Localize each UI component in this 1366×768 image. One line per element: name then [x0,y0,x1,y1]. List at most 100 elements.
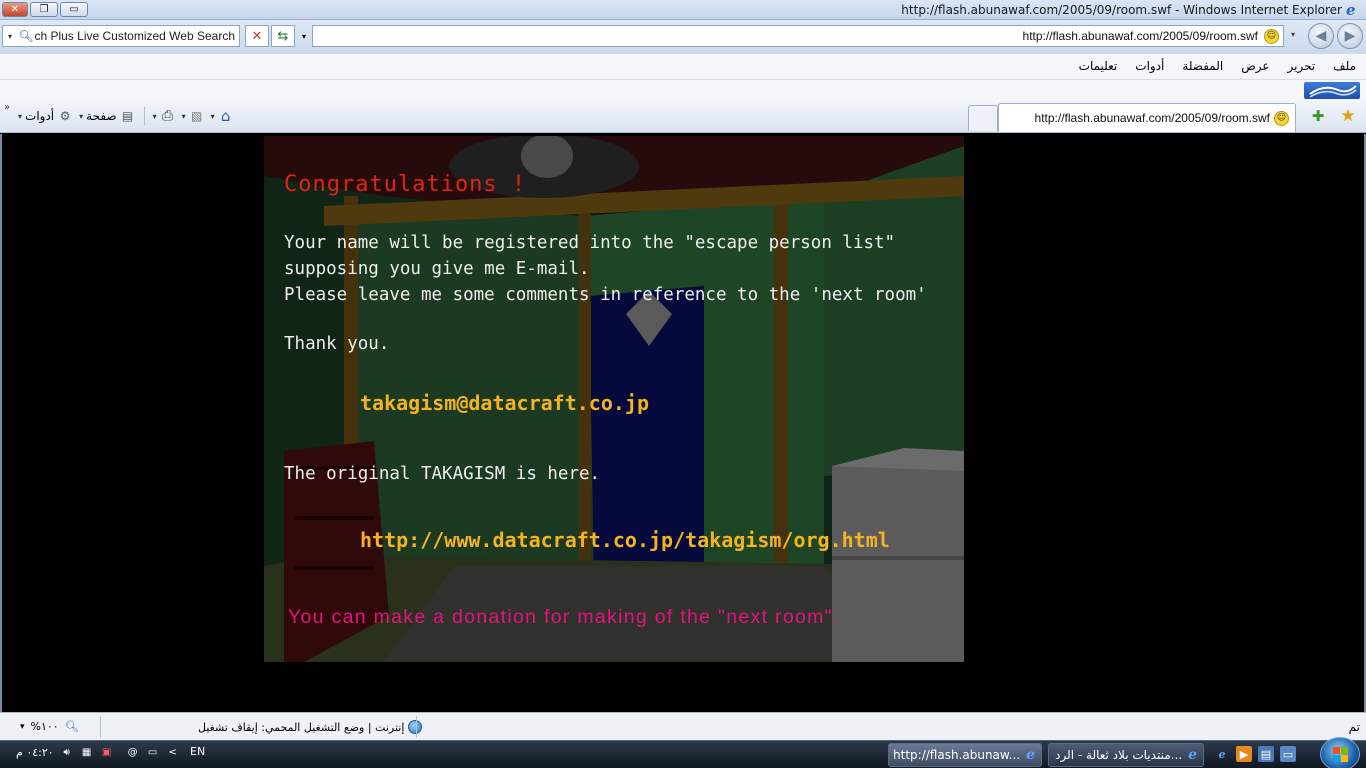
language-indicator[interactable]: EN [190,745,205,758]
menu-tools[interactable]: أدوات [1133,59,1166,73]
switch-windows-icon[interactable]: ▤ [1258,746,1274,762]
chevron-icon[interactable]: » [4,102,10,113]
security-zone[interactable]: إنترنت | وضع التشغيل المحمي: إيقاف تشغيل [198,720,423,734]
search-input[interactable]: Yahoo Search Plus Live Customized Web Se… [35,29,235,43]
media-player-icon[interactable]: ▶ [1236,746,1252,762]
menu-favorites[interactable]: المفضلة [1180,59,1225,73]
network-icon[interactable]: ▦ [80,745,94,759]
tools-label: أدوات [25,109,55,123]
menu-file[interactable]: ملف [1331,59,1358,73]
menu-edit[interactable]: تحرير [1286,59,1318,73]
ie-quicklaunch-icon[interactable]: e [1214,746,1230,762]
chevron-down-icon: ▾ [152,111,157,121]
monitor-icon[interactable]: ▭ [146,745,160,759]
menu-items: ملف تحرير عرض المفضلة أدوات تعليمات [1077,59,1358,73]
printer-icon: ⎙ [162,108,174,124]
status-text: تم [1348,720,1360,734]
taskbar-button-label: http://flash.abunaw... [893,748,1021,762]
tab-title: http://flash.abunawaf.com/2005/09/room.s… [1034,111,1270,125]
start-button[interactable] [1320,737,1360,768]
show-desktop-icon[interactable]: ▭ [1280,746,1296,762]
taskbar-button-ie-flash[interactable]: http://flash.abunaw... e [888,743,1042,767]
tools-button[interactable]: ▾ أدوات ⚙ [18,108,73,124]
window-title: http://flash.abunawaf.com/2005/09/room.s… [901,3,1342,17]
zoom-control[interactable]: ▾ %١٠٠ 🔍︎ [20,720,79,733]
ie-icon: e [1026,747,1035,763]
page-icon: ▤ [121,109,134,123]
zone-text: إنترنت | وضع التشغيل المحمي: إيقاف تشغيل [198,720,405,734]
ie-icon: e [1188,747,1197,763]
add-favorite-icon[interactable]: ✚ [1308,107,1328,127]
clock[interactable]: ٠٤:٢٠ م [16,746,54,759]
divider [100,716,101,738]
taskbar-button-forum[interactable]: منتديات بلاد ثعالة - الرد... e [1048,743,1204,767]
gear-icon: ⚙ [59,109,71,123]
page-label: صفحة [86,109,117,123]
divider [143,107,145,125]
congratulations-heading: Congratulations ! [284,172,527,197]
command-bar: » ▾ أدوات ⚙ ▾ صفحة ▤ ▾ ⎙ ▾ ▧ ▾ ⌂ http://… [0,101,1366,133]
tab-active[interactable]: http://flash.abunawaf.com/2005/09/room.s… [998,103,1296,132]
windows-logo-icon [1304,82,1360,99]
original-site-link[interactable]: http://www.datacraft.co.jp/takagism/org.… [360,528,890,552]
home-button[interactable]: ▾ ⌂ [211,107,234,125]
smiley-icon[interactable]: ☺ [1264,28,1279,44]
restore-window-button[interactable]: ❐ [30,2,58,17]
chevron-down-icon: ▾ [20,721,25,732]
menu-help[interactable]: تعليمات [1077,59,1120,73]
print-button[interactable]: ▾ ⎙ [153,108,176,124]
donation-link[interactable]: You can make a donation for making of th… [288,606,840,629]
chevron-down-icon: ▾ [79,111,84,121]
message-line: Please leave me some comments in referen… [284,285,927,305]
windows-flag-icon [1309,85,1357,98]
brand-row [0,80,1366,101]
quick-launch: e ▶ ▤ ▭ [1214,746,1296,762]
stop-button[interactable]: ✕ [245,25,269,47]
status-bar: تم إنترنت | وضع التشغيل المحمي: إيقاف تش… [0,712,1366,740]
address-input[interactable]: http://flash.abunawaf.com/2005/09/room.s… [1023,29,1258,43]
title-bar: ✕ ❐ ▭ http://flash.abunawaf.com/2005/09/… [0,0,1366,20]
new-tab-button[interactable] [968,105,998,131]
forward-button[interactable]: ▶ [1337,23,1363,49]
command-buttons: ▾ أدوات ⚙ ▾ صفحة ▤ ▾ ⎙ ▾ ▧ ▾ ⌂ [18,107,234,125]
thank-you-text: Thank you. [284,334,390,354]
search-box[interactable]: ▾ 🔍︎ Yahoo Search Plus Live Customized W… [2,25,240,47]
security-alert-icon[interactable]: ▣ [100,745,114,759]
smiley-icon: ☺ [1274,110,1289,126]
ie-logo-icon: e [1346,1,1356,19]
refresh-button[interactable]: ⇆ [271,25,295,47]
flash-movie[interactable]: Congratulations ! Your name will be regi… [264,136,964,662]
back-button[interactable]: ◀ [1308,23,1334,49]
recent-pages-dropdown-icon[interactable]: ▾ [1291,30,1295,39]
chevron-down-icon: ▾ [18,111,23,121]
taskbar: ٠٤:٢٠ م 🔊︎ ▦ ▣ @ ▭ < EN http://flash.abu… [0,737,1366,768]
email-link[interactable]: takagism@datacraft.co.jp [360,391,649,415]
tray-expand-icon[interactable]: < [166,745,180,759]
magnifier-icon: 🔍︎ [64,720,79,733]
divider [416,716,417,738]
original-site-text: The original TAKAGISM is here. [284,464,601,484]
address-dropdown-icon[interactable]: ▾ [297,25,311,47]
navigation-bar: ▾ 🔍︎ Yahoo Search Plus Live Customized W… [0,20,1366,54]
volume-icon[interactable]: 🔊︎ [60,745,74,759]
search-provider-dropdown-icon[interactable]: ▾ [3,32,17,41]
registration-message: Your name will be registered into the "e… [284,230,927,308]
rss-icon: ▧ [190,109,203,123]
favorites-star-icon[interactable]: ★ [1338,106,1358,126]
close-window-button[interactable]: ✕ [2,2,28,17]
zoom-level: %١٠٠ [30,720,59,733]
menu-view[interactable]: عرض [1239,59,1271,73]
search-icon[interactable]: 🔍︎ [17,29,35,43]
page-content: Congratulations ! Your name will be regi… [0,134,1366,712]
taskbar-button-label: منتديات بلاد ثعالة - الرد... [1055,748,1183,762]
feeds-button[interactable]: ▾ ▧ [182,108,205,124]
messenger-icon[interactable]: @ [126,745,140,759]
system-tray: ٠٤:٢٠ م 🔊︎ ▦ ▣ @ ▭ < [0,745,180,759]
minimize-window-button[interactable]: ▭ [60,2,88,17]
page-button[interactable]: ▾ صفحة ▤ [79,108,135,124]
window-controls: ✕ ❐ ▭ [2,2,88,17]
windows-flag-icon [1333,747,1348,762]
message-line: Your name will be registered into the "e… [284,233,896,253]
address-bar[interactable]: http://flash.abunawaf.com/2005/09/room.s… [312,25,1284,47]
menu-bar: ملف تحرير عرض المفضلة أدوات تعليمات [0,54,1366,80]
